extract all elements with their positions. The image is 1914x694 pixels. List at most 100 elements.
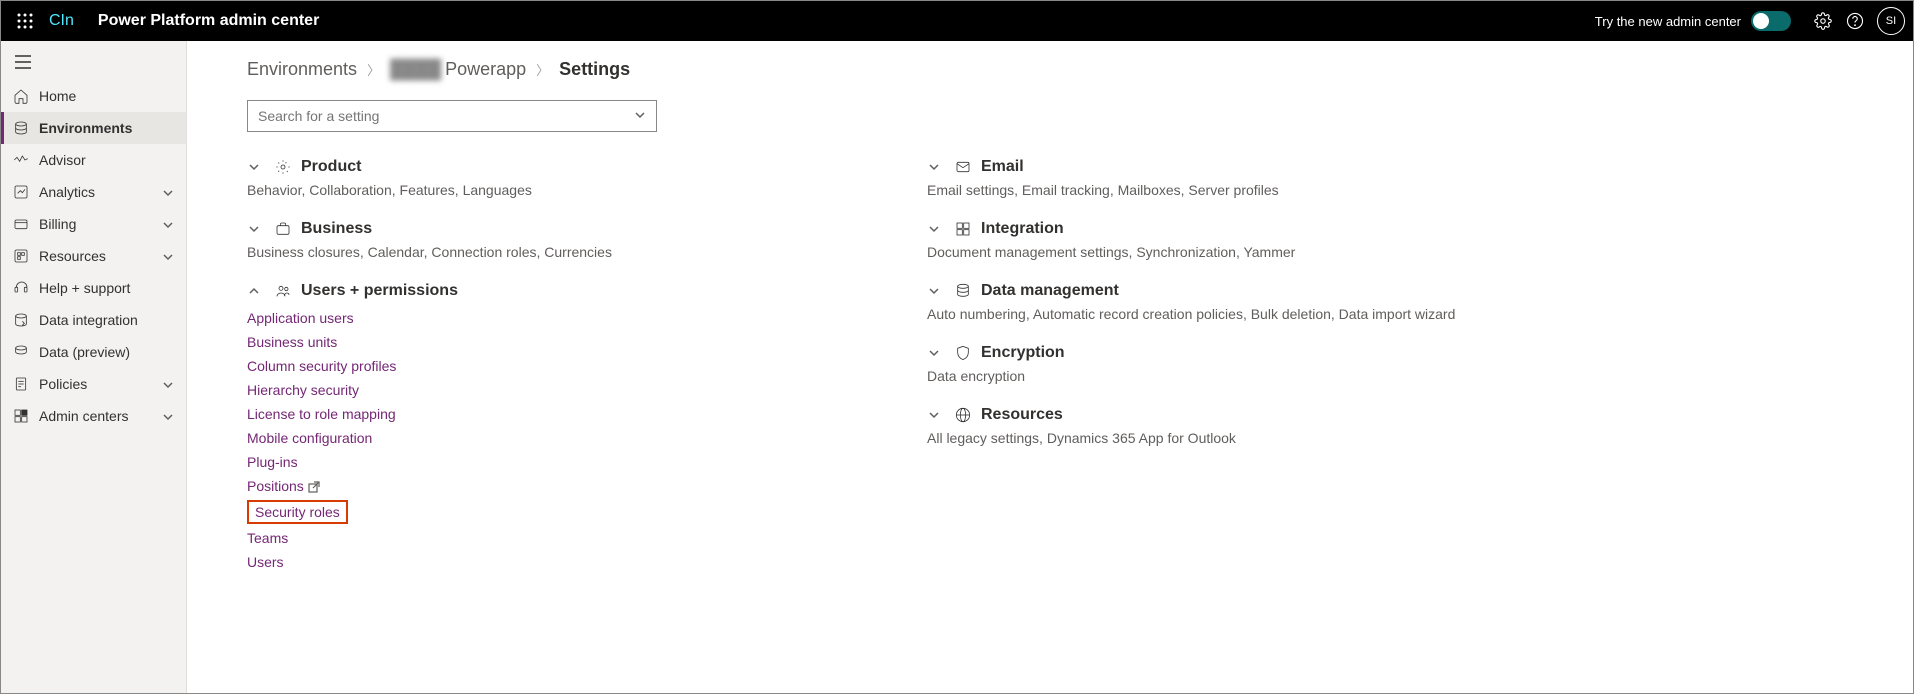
app-launcher-icon[interactable] [9,5,41,37]
settings-link-mobile-configuration[interactable]: Mobile configuration [247,426,847,450]
sidebar-item-label: Data integration [39,312,174,328]
data-icon [13,344,29,360]
group-title: Users + permissions [301,282,458,300]
group-title: Product [301,158,361,176]
sidebar-item-billing[interactable]: Billing [1,208,186,240]
people-icon [275,283,291,299]
billing-icon [13,216,29,232]
group-subtext: Business closures, Calendar, Connection … [247,244,847,260]
external-link-icon [308,481,320,493]
group-header[interactable]: Users + permissions [247,282,847,300]
user-avatar[interactable]: SI [1877,7,1905,35]
sidebar: Home Environments Advisor Analytics Billing R… [1,41,187,693]
group-subtext: All legacy settings, Dynamics 365 App fo… [927,430,1527,446]
breadcrumb-env[interactable]: Powerapp [445,59,526,80]
search-input-field[interactable] [258,108,634,124]
group-header[interactable]: Encryption [927,344,1527,362]
group-title: Email [981,158,1024,176]
mail-icon [955,159,971,175]
search-setting-input[interactable] [247,100,657,132]
settings-link-users[interactable]: Users [247,550,847,574]
chevron-down-icon [927,160,941,174]
settings-link-plug-ins[interactable]: Plug-ins [247,450,847,474]
sidebar-item-label: Admin centers [39,408,162,424]
sidebar-item-environments[interactable]: Environments [1,112,186,144]
group-title: Encryption [981,344,1065,362]
settings-link-application-users[interactable]: Application users [247,306,847,330]
settings-group-business: Business Business closures, Calendar, Con… [247,220,847,260]
chevron-down-icon [162,378,174,390]
sidebar-item-data-integration[interactable]: Data integration [1,304,186,336]
chevron-down-icon [162,250,174,262]
group-subtext: Auto numbering, Automatic record creatio… [927,306,1527,322]
chevron-down-icon [927,408,941,422]
help-icon[interactable] [1839,5,1871,37]
chevron-up-icon [247,284,261,298]
group-title: Business [301,220,372,238]
group-header[interactable]: Resources [927,406,1527,424]
breadcrumb-current: Settings [559,59,630,80]
analytics-icon [13,184,29,200]
group-subtext: Data encryption [927,368,1527,384]
app-title: Power Platform admin center [98,12,319,30]
shield-icon [955,345,971,361]
breadcrumb-environments[interactable]: Environments [247,59,357,80]
sidebar-item-home[interactable]: Home [1,80,186,112]
help-icon [13,280,29,296]
group-header[interactable]: Product [247,158,847,176]
group-subtext: Document management settings, Synchroniz… [927,244,1527,260]
sidebar-item-label: Billing [39,216,162,232]
sidebar-item-resources[interactable]: Resources [1,240,186,272]
sidebar-item-help-support[interactable]: Help + support [1,272,186,304]
group-subtext: Behavior, Collaboration, Features, Langu… [247,182,847,198]
settings-link-hierarchy-security[interactable]: Hierarchy security [247,378,847,402]
chevron-down-icon [927,222,941,236]
sidebar-item-label: Home [39,88,174,104]
chevron-down-icon [927,346,941,360]
resources-icon [13,248,29,264]
briefcase-icon [275,221,291,237]
group-header[interactable]: Integration [927,220,1527,238]
chevron-right-icon: 〉 [367,60,380,79]
sidebar-item-analytics[interactable]: Analytics [1,176,186,208]
admin-icon [13,408,29,424]
chevron-down-icon [162,186,174,198]
grid-icon [955,221,971,237]
sidebar-item-advisor[interactable]: Advisor [1,144,186,176]
settings-gear-icon[interactable] [1807,5,1839,37]
group-title: Resources [981,406,1063,424]
chevron-down-icon [927,284,941,298]
home-icon [13,88,29,104]
policies-icon [13,376,29,392]
chevron-down-icon[interactable] [634,108,646,124]
settings-link-positions[interactable]: Positions [247,474,847,498]
sidebar-item-label: Help + support [39,280,174,296]
settings-link-business-units[interactable]: Business units [247,330,847,354]
chevron-right-icon: 〉 [536,60,549,79]
try-new-admin-label: Try the new admin center [1595,14,1741,29]
sidebar-item-data-preview-[interactable]: Data (preview) [1,336,186,368]
group-header[interactable]: Email [927,158,1527,176]
group-header[interactable]: Data management [927,282,1527,300]
settings-link-license-to-role-mapping[interactable]: License to role mapping [247,402,847,426]
sidebar-item-policies[interactable]: Policies [1,368,186,400]
environments-icon [13,120,29,136]
sidebar-item-admin-centers[interactable]: Admin centers [1,400,186,432]
sidebar-toggle-icon[interactable] [1,47,186,80]
settings-group-resources: Resources All legacy settings, Dynamics 3… [927,406,1527,446]
settings-link-security-roles[interactable]: Security roles [247,500,348,524]
settings-link-teams[interactable]: Teams [247,526,847,550]
group-title: Data management [981,282,1119,300]
sidebar-item-label: Analytics [39,184,162,200]
group-link-list: Application usersBusiness unitsColumn se… [247,306,847,574]
try-new-admin-toggle[interactable] [1751,11,1791,31]
group-title: Integration [981,220,1064,238]
sidebar-item-label: Resources [39,248,162,264]
breadcrumb: Environments 〉 ████ Powerapp 〉 Settings [247,59,1853,80]
sidebar-item-label: Advisor [39,152,174,168]
globe-icon [955,407,971,423]
group-header[interactable]: Business [247,220,847,238]
settings-link-column-security-profiles[interactable]: Column security profiles [247,354,847,378]
sidebar-item-label: Data (preview) [39,344,174,360]
breadcrumb-env-redacted: ████ [390,59,441,80]
